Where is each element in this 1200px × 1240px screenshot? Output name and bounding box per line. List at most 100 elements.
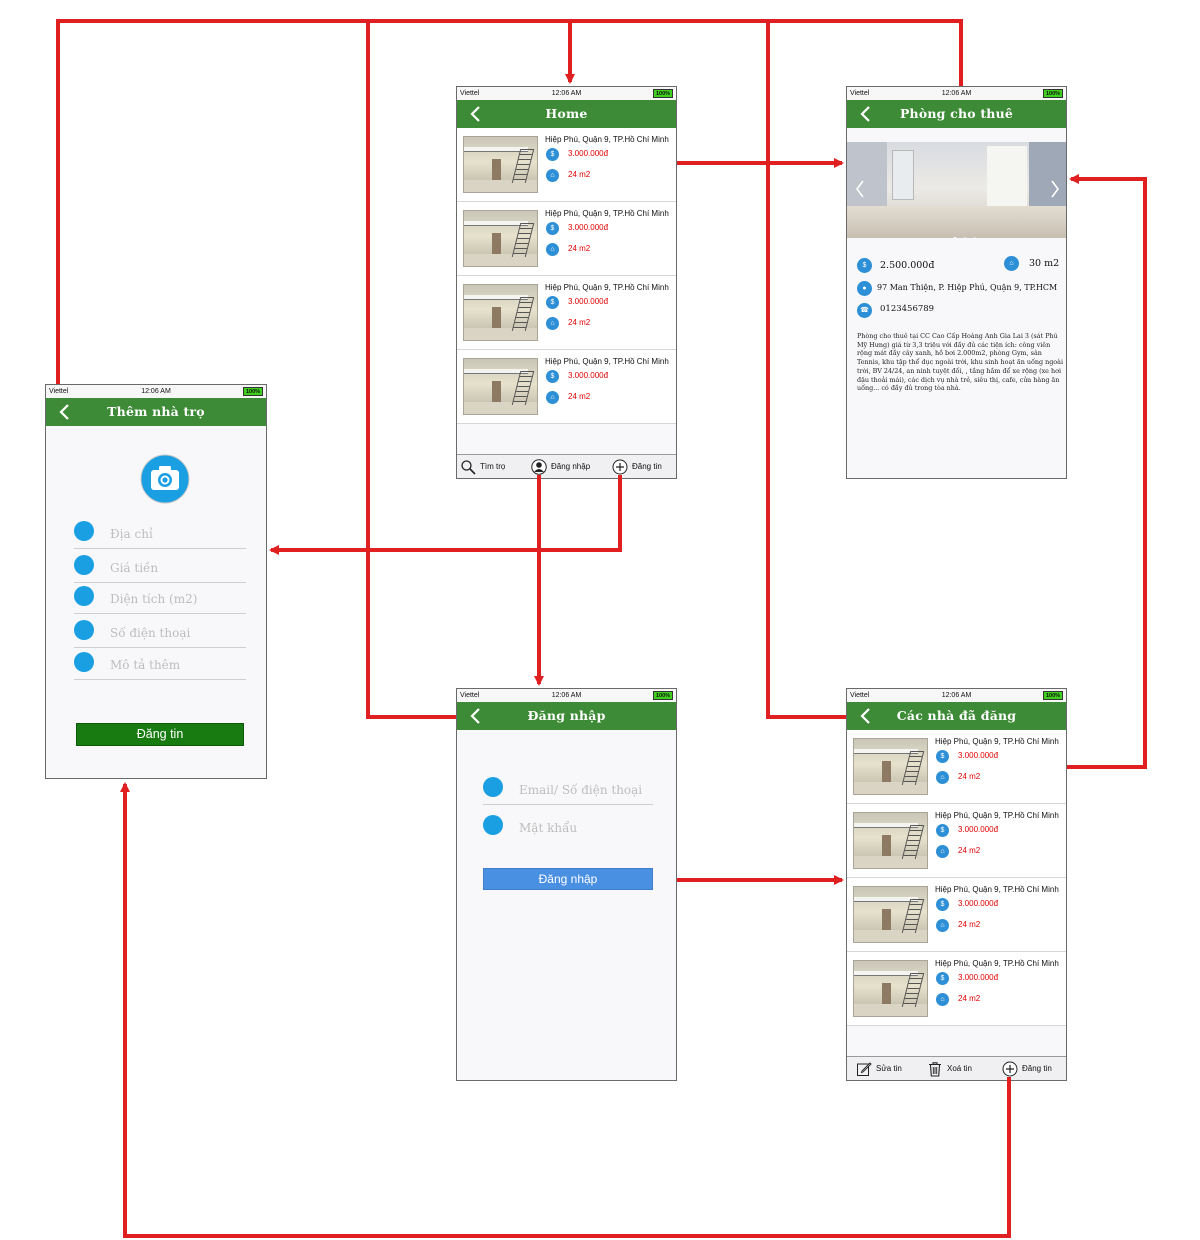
money-icon: $ xyxy=(546,148,559,161)
bottom-toolbar: Sửa tin Xoá tin Đăng tin xyxy=(847,1056,1066,1080)
money-icon: $ xyxy=(546,222,559,235)
home-icon: ⌂ xyxy=(936,919,949,932)
list-item[interactable]: Hiệp Phú, Quận 9, TP.Hồ Chí Minh $ 3.000… xyxy=(847,952,1066,1026)
list-item[interactable]: Hiệp Phú, Quận 9, TP.Hồ Chí Minh $ 3.000… xyxy=(457,350,676,424)
home-icon: ⌂ xyxy=(546,243,559,256)
room-thumbnail xyxy=(853,738,928,795)
home-icon xyxy=(74,586,94,606)
flow-login-back-to-home xyxy=(366,21,456,719)
email-placeholder: Email/ Số điện thoại xyxy=(519,783,643,797)
listing-area: 24 m2 xyxy=(958,846,981,855)
login-button[interactable]: Đăng nhập xyxy=(531,459,590,475)
phone-placeholder: Số điện thoại xyxy=(110,626,191,640)
description-field[interactable]: Mô tả thêm xyxy=(74,650,246,680)
listing-area: 24 m2 xyxy=(568,392,591,401)
email-field[interactable]: Email/ Số điện thoại xyxy=(483,775,653,805)
money-icon: $ xyxy=(936,972,949,985)
chevron-right-icon[interactable] xyxy=(1050,180,1060,198)
search-button[interactable]: Tìm trọ xyxy=(460,459,505,475)
post-label: Đăng tin xyxy=(1022,1064,1052,1073)
price-field[interactable]: Giá tiền xyxy=(74,553,246,583)
clock-label: 12:06 AM xyxy=(551,692,582,699)
info-icon xyxy=(74,652,94,672)
page-title: Phòng cho thuê xyxy=(899,106,1014,121)
nav-bar: Home xyxy=(457,100,676,128)
room-thumbnail xyxy=(853,886,928,943)
trash-icon xyxy=(929,1062,941,1077)
detail-address: 97 Man Thiện, P. Hiệp Phú, Quận 9, TP.HC… xyxy=(877,283,1058,292)
login-submit-button[interactable]: Đăng nhập xyxy=(483,868,653,890)
listing-address: Hiệp Phú, Quận 9, TP.Hồ Chí Minh xyxy=(545,357,669,366)
list-item[interactable]: Hiệp Phú, Quận 9, TP.Hồ Chí Minh $ 3.000… xyxy=(847,730,1066,804)
listing-address: Hiệp Phú, Quận 9, TP.Hồ Chí Minh xyxy=(935,737,1059,746)
phone-icon xyxy=(74,620,94,640)
status-bar: Viettel 12:06 AM 100% xyxy=(457,87,676,100)
password-field[interactable]: Mật khẩu xyxy=(483,813,653,843)
listing-price: 3.000.000đ xyxy=(958,751,999,760)
edit-icon xyxy=(857,1062,872,1076)
listing-price: 3.000.000đ xyxy=(568,297,609,306)
listing-area: 24 m2 xyxy=(568,244,591,253)
status-bar: Viettel 12:06 AM 100% xyxy=(457,689,676,702)
plus-circle-icon xyxy=(1002,1061,1018,1077)
battery-indicator: 100% xyxy=(1043,89,1063,98)
post-button[interactable]: Đăng tin xyxy=(1002,1061,1052,1077)
home-icon: ⌂ xyxy=(936,993,949,1006)
address-placeholder: Địa chỉ xyxy=(110,527,153,541)
listing-area: 24 m2 xyxy=(568,318,591,327)
address-field[interactable]: Địa chỉ xyxy=(74,519,246,549)
phone-icon: ☎ xyxy=(857,303,872,318)
home-icon: ⌂ xyxy=(546,391,559,404)
battery-indicator: 100% xyxy=(243,387,263,396)
chevron-left-icon[interactable] xyxy=(855,180,865,198)
area-field[interactable]: Diện tích (m2) xyxy=(74,584,246,614)
page-title: Các nhà đã đăng xyxy=(896,708,1017,723)
phone-field[interactable]: Số điện thoại xyxy=(74,618,246,648)
photo-carousel[interactable] xyxy=(847,142,1066,238)
clock-label: 12:06 AM xyxy=(551,90,582,97)
list-item[interactable]: Hiệp Phú, Quận 9, TP.Hồ Chí Minh $ 3.000… xyxy=(847,804,1066,878)
delete-button[interactable]: Xoá tin xyxy=(927,1061,972,1077)
home-icon: ⌂ xyxy=(936,845,949,858)
money-icon: $ xyxy=(936,824,949,837)
listing-price: 3.000.000đ xyxy=(958,973,999,982)
listing-price: 3.000.000đ xyxy=(958,899,999,908)
home-icon: ⌂ xyxy=(546,317,559,330)
list-item[interactable]: Hiệp Phú, Quận 9, TP.Hồ Chí Minh $ 3.000… xyxy=(457,276,676,350)
battery-indicator: 100% xyxy=(1043,691,1063,700)
list-item[interactable]: Hiệp Phú, Quận 9, TP.Hồ Chí Minh $ 3.000… xyxy=(457,128,676,202)
battery-indicator: 100% xyxy=(653,89,673,98)
clock-label: 12:06 AM xyxy=(141,388,171,395)
flow-posted-to-detail xyxy=(1067,174,1147,769)
listing-price: 3.000.000đ xyxy=(568,223,609,232)
edit-label: Sửa tin xyxy=(876,1064,902,1073)
listing-address: Hiệp Phú, Quận 9, TP.Hồ Chí Minh xyxy=(545,283,669,292)
location-pin-icon: ● xyxy=(857,281,872,296)
nav-bar: Thêm nhà trọ xyxy=(46,398,266,426)
page-title: Đăng nhập xyxy=(527,708,606,723)
posted-listings-screen: Viettel 12:06 AM 100% Các nhà đã đăng Hi… xyxy=(846,688,1067,1081)
listing-area: 24 m2 xyxy=(958,772,981,781)
login-screen: Viettel 12:06 AM 100% Đăng nhập Email/ S… xyxy=(456,688,677,1081)
flow-posted-back-to-home xyxy=(766,21,846,719)
user-icon xyxy=(531,459,547,475)
status-bar: Viettel 12:06 AM 100% xyxy=(46,385,266,398)
post-submit-button[interactable]: Đăng tin xyxy=(76,723,244,746)
status-bar: Viettel 12:06 AM 100% xyxy=(847,689,1066,702)
clock-label: 12:06 AM xyxy=(941,90,972,97)
clock-label: 12:06 AM xyxy=(941,692,972,699)
page-title: Thêm nhà trọ xyxy=(107,404,205,419)
post-button[interactable]: Đăng tin xyxy=(612,459,662,475)
nav-bar: Phòng cho thuê xyxy=(847,100,1066,128)
camera-icon[interactable] xyxy=(140,454,190,504)
listing-price: 3.000.000đ xyxy=(568,149,609,158)
list-item[interactable]: Hiệp Phú, Quận 9, TP.Hồ Chí Minh $ 3.000… xyxy=(847,878,1066,952)
money-icon: $ xyxy=(546,370,559,383)
search-label: Tìm trọ xyxy=(480,462,506,471)
edit-button[interactable]: Sửa tin xyxy=(856,1061,902,1077)
list-item[interactable]: Hiệp Phú, Quận 9, TP.Hồ Chí Minh $ 3.000… xyxy=(457,202,676,276)
login-label: Đăng nhập xyxy=(551,462,591,471)
nav-bar: Các nhà đã đăng xyxy=(847,702,1066,730)
detail-price: 2.500.000đ xyxy=(880,260,935,271)
carousel-dots xyxy=(953,228,977,238)
